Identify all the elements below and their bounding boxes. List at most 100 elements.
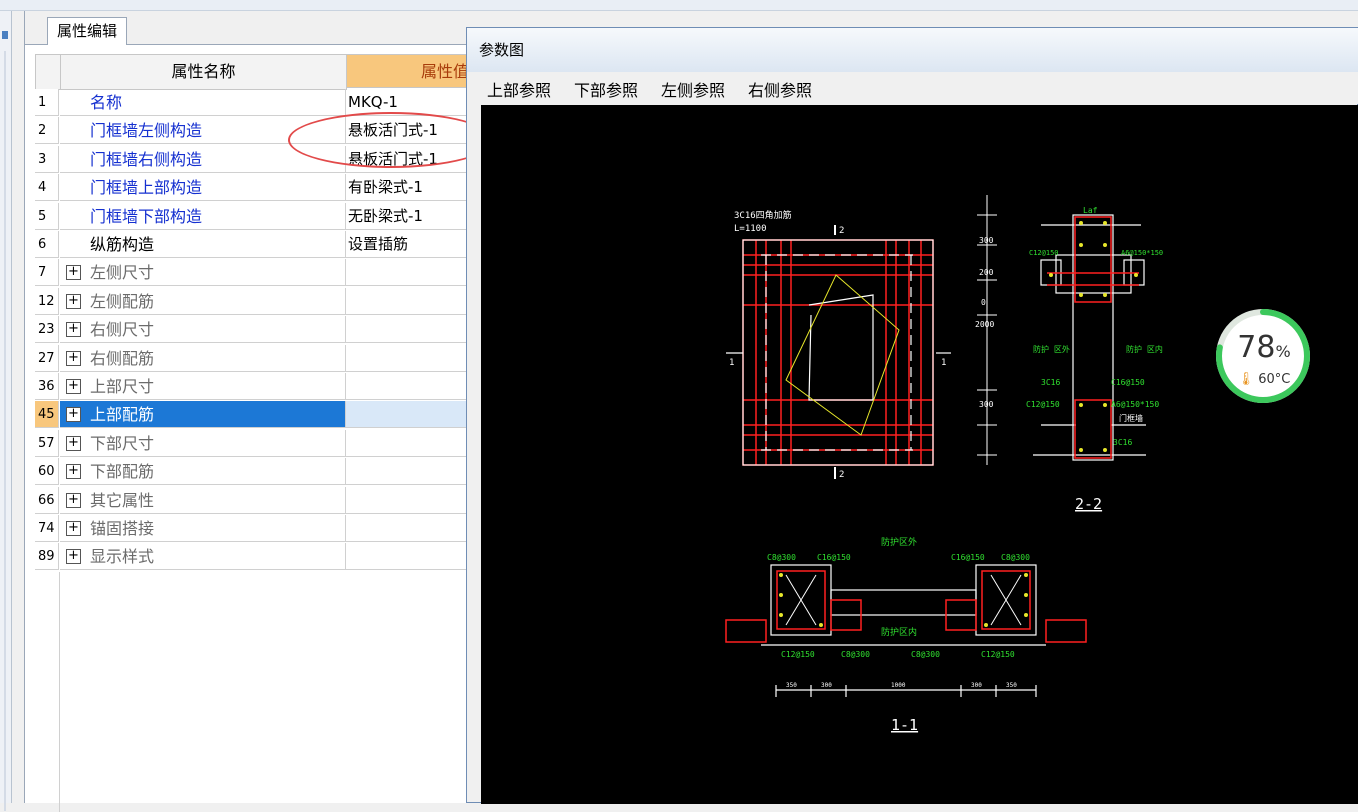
expand-plus-icon[interactable]: +	[66, 379, 81, 394]
property-name-cell[interactable]: + 上部尺寸	[60, 373, 346, 400]
property-name-cell[interactable]: + 显示样式	[60, 543, 346, 571]
grid-empty-divider	[59, 571, 60, 812]
row-number: 45	[35, 401, 59, 429]
section-mark-2-top: 2	[839, 226, 844, 236]
property-value-cell[interactable]	[346, 373, 475, 400]
dim-200: 200	[979, 268, 994, 277]
gauge-temperature-value: 60°C	[1258, 372, 1291, 387]
label-zone-in: 防护 区内	[1126, 344, 1163, 354]
tab-property-edit[interactable]: 属性编辑	[47, 17, 128, 45]
property-value-cell[interactable]	[346, 458, 475, 486]
expand-plus-icon[interactable]: +	[66, 521, 81, 536]
expand-plus-icon[interactable]: +	[66, 464, 81, 480]
row-number: 1	[35, 89, 59, 116]
label-zone-in-11: 防护区内	[881, 626, 917, 638]
expand-plus-icon[interactable]: +	[66, 435, 81, 451]
label-l1100: L=1100	[734, 224, 767, 234]
reference-menu: 上部参照 下部参照 左侧参照 右侧参照	[467, 72, 1358, 104]
table-row[interactable]: 45 + 上部配筋	[35, 401, 475, 429]
expand-plus-icon[interactable]: +	[66, 407, 81, 423]
expand-plus-icon[interactable]: +	[66, 322, 81, 338]
table-row[interactable]: 66 + 其它属性	[35, 486, 475, 515]
table-row[interactable]: 7 + 左侧尺寸	[35, 259, 475, 287]
menu-left-reference[interactable]: 左侧参照	[661, 77, 725, 101]
row-number: 23	[35, 316, 59, 344]
expand-plus-icon[interactable]: +	[66, 293, 81, 309]
row-number: 27	[35, 344, 59, 372]
property-name-cell[interactable]: 门框墙下部构造	[60, 202, 346, 230]
property-value-cell[interactable]	[346, 430, 475, 457]
table-row[interactable]: 23 + 右侧尺寸	[35, 316, 475, 344]
property-value-cell[interactable]	[346, 487, 475, 514]
property-name-cell[interactable]: + 下部尺寸	[60, 429, 346, 457]
table-row[interactable]: 6 纵筋构造 设置插筋	[35, 231, 475, 259]
thermometer-icon: 🌡	[1237, 372, 1255, 387]
dialog-title: 参数图	[467, 28, 1358, 72]
table-row[interactable]: 4 门框墙上部构造 有卧梁式-1	[35, 174, 475, 202]
dock-marker	[2, 31, 8, 39]
property-name-cell[interactable]: + 下部配筋	[60, 458, 346, 486]
property-name-cell[interactable]: + 左侧尺寸	[60, 259, 346, 287]
label-3c16-22: 3C16	[1041, 378, 1060, 387]
drawing-canvas: 3C16四角加筋 L=1100 2 2 1 1 300 200 0 2000 3…	[481, 105, 1358, 804]
property-name-label: 锚固搭接	[90, 519, 155, 538]
property-name-cell[interactable]: 门框墙上部构造	[60, 174, 346, 202]
table-row[interactable]: 12 + 左侧配筋	[35, 287, 475, 316]
row-number: 3	[35, 145, 59, 173]
menu-bottom-reference[interactable]: 下部参照	[574, 77, 638, 101]
table-row[interactable]: 74 + 锚固搭接	[35, 515, 475, 543]
property-name-cell[interactable]: + 左侧配筋	[60, 287, 346, 315]
header-property-name[interactable]: 属性名称	[60, 54, 347, 90]
gauge-percent: 78%	[1224, 330, 1304, 365]
header-property-value[interactable]: 属性值	[346, 54, 476, 88]
label-c12-150-left: C12@150	[781, 650, 815, 659]
menu-right-reference[interactable]: 右侧参照	[748, 77, 812, 101]
dim-b-350-r: 350	[1006, 682, 1017, 689]
toolbar-strip	[0, 0, 1358, 11]
property-value-cell[interactable]	[346, 543, 475, 571]
property-value-cell[interactable]	[346, 401, 475, 429]
property-name-cell[interactable]: + 右侧配筋	[60, 344, 346, 372]
label-c16-150-22: C16@150	[1111, 378, 1145, 387]
property-value-cell[interactable]: 设置插筋	[346, 231, 475, 258]
property-name-cell[interactable]: + 锚固搭接	[60, 515, 346, 542]
label-c8-300-right: C8@300	[1001, 553, 1030, 562]
dim-b-1000: 1000	[891, 682, 906, 689]
table-row[interactable]: 60 + 下部配筋	[35, 458, 475, 486]
row-number: 74	[35, 515, 59, 542]
expand-plus-icon[interactable]: +	[66, 549, 81, 565]
property-name-cell[interactable]: 名称	[60, 89, 346, 116]
menu-top-reference[interactable]: 上部参照	[487, 77, 551, 101]
expand-plus-icon[interactable]: +	[66, 350, 81, 366]
property-name-label: 右侧尺寸	[90, 320, 155, 340]
row-number: 5	[35, 202, 59, 230]
property-value-cell[interactable]	[346, 515, 475, 542]
table-row[interactable]: 36 + 上部尺寸	[35, 373, 475, 401]
table-row[interactable]: 57 + 下部尺寸	[35, 429, 475, 458]
property-name-cell[interactable]: + 其它属性	[60, 486, 346, 514]
property-name-cell[interactable]: + 右侧尺寸	[60, 316, 346, 344]
expand-plus-icon[interactable]: +	[66, 265, 81, 281]
row-number: 57	[35, 429, 59, 457]
rebar-drawing: 3C16四角加筋 L=1100 2 2 1 1 300 200 0 2000 3…	[725, 195, 1163, 734]
property-name-cell[interactable]: 纵筋构造	[60, 231, 346, 258]
row-number: 66	[35, 486, 59, 514]
property-value-cell[interactable]	[346, 316, 475, 344]
property-value-cell[interactable]: 有卧梁式-1	[346, 174, 475, 202]
expand-plus-icon[interactable]: +	[66, 492, 81, 508]
property-value-cell[interactable]	[346, 259, 475, 287]
property-value-cell[interactable]	[346, 288, 475, 315]
property-value-cell[interactable]: 无卧梁式-1	[346, 203, 475, 230]
table-row[interactable]: 5 门框墙下部构造 无卧梁式-1	[35, 202, 475, 231]
label-laf-top: Laf	[1083, 206, 1098, 215]
property-name-cell[interactable]: + 上部配筋	[60, 401, 346, 429]
table-row[interactable]: 89 + 显示样式	[35, 543, 475, 571]
property-name-label: 右侧配筋	[90, 348, 155, 368]
tab-strip: 属性编辑	[25, 11, 475, 45]
label-c8-300-left: C8@300	[767, 553, 796, 562]
dim-b-300-r: 300	[971, 682, 982, 689]
property-value-cell[interactable]	[346, 345, 475, 372]
table-row[interactable]: 27 + 右侧配筋	[35, 344, 475, 373]
section-mark-2-bottom: 2	[839, 470, 844, 480]
label-3c16: 3C16四角加筋	[734, 209, 792, 221]
